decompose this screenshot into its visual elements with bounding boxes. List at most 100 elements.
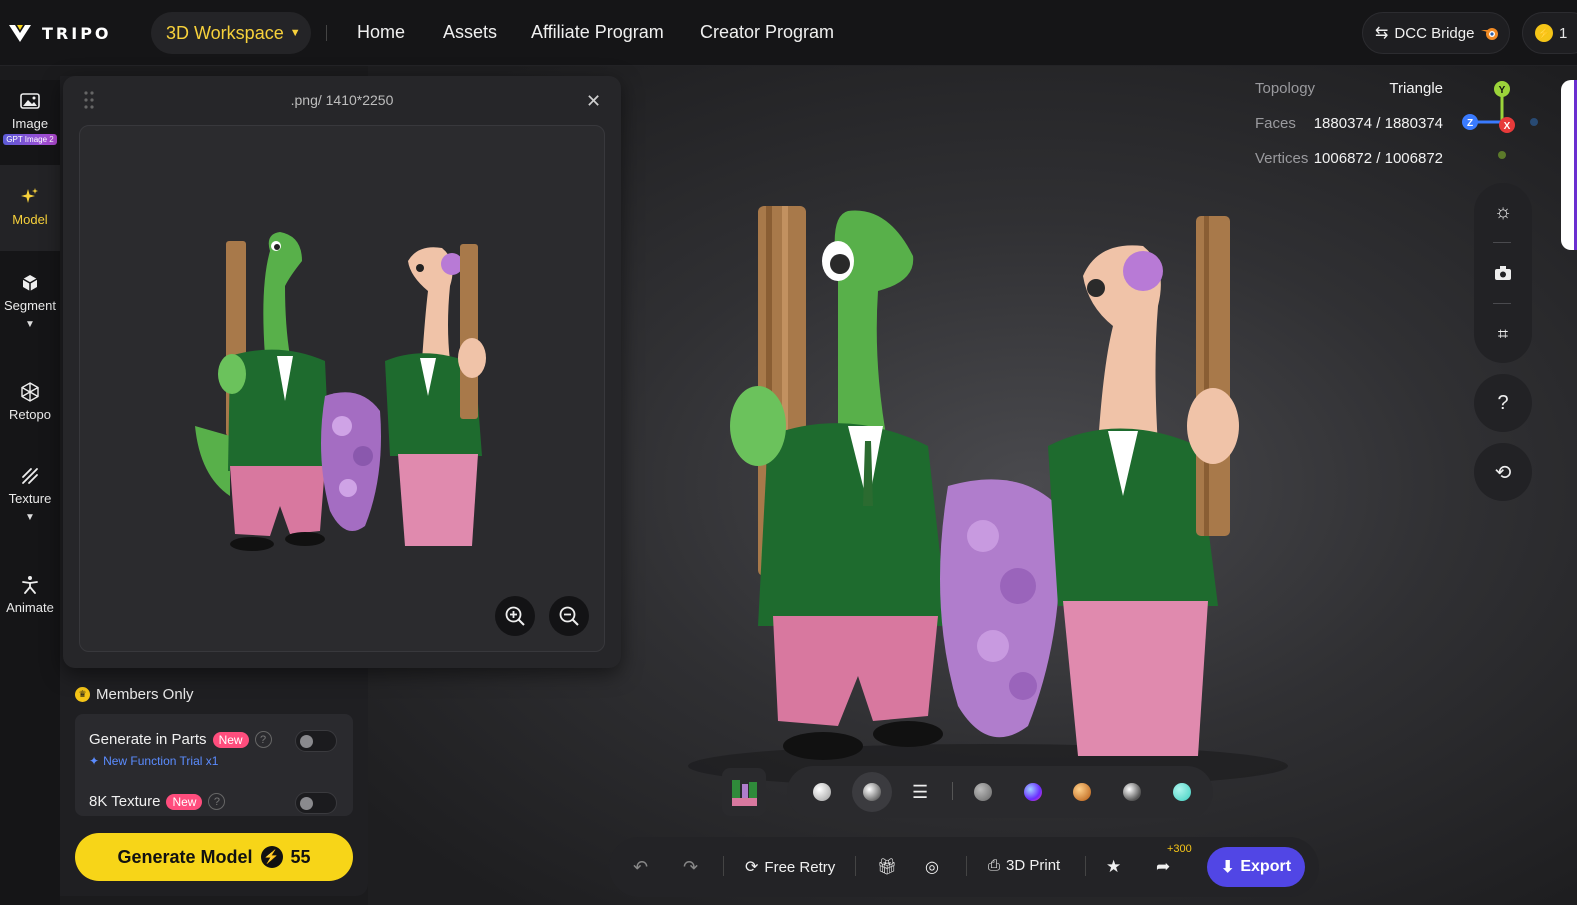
material-chrome-ball[interactable] [1123,783,1141,801]
nav-affiliate-program[interactable]: Affiliate Program [531,22,664,43]
material-gray-ball[interactable] [974,783,992,801]
share-icon: ➦ [1156,857,1171,876]
sliders-icon[interactable]: ☰ [912,782,928,803]
generate-in-parts-option: Generate in Parts New ? [89,731,272,748]
share-button[interactable]: ➦ [1156,857,1170,877]
sparkle-icon: ✦ [89,754,100,768]
material-orange-ball[interactable] [1073,783,1091,801]
rail-item-label: Animate [6,600,54,615]
action-divider [966,856,967,876]
preview-title: .png/ 1410*2250 [290,92,394,108]
generate-in-parts-toggle[interactable] [295,730,337,752]
close-icon[interactable]: ✕ [586,91,601,112]
chevron-down-icon[interactable]: ▼ [25,319,35,330]
axis-gizmo-icon[interactable]: Y Z X [1458,78,1538,178]
nav-assets[interactable]: Assets [443,22,497,43]
redo-icon: ↷ [683,857,699,877]
texture-8k-option: 8K Texture New ? [89,793,226,810]
zoom-in-icon [505,606,525,626]
rail-item-model[interactable]: Model [0,186,60,227]
retry-icon: ⟳ [745,859,759,876]
undo-button[interactable]: ↶ [633,857,648,878]
star-icon: ★ [1106,857,1122,876]
thumbnail-image [732,780,757,806]
export-button[interactable]: ⬇ Export [1207,847,1305,887]
material-bar [787,766,1213,818]
brand-name: TRIPO [42,23,112,43]
logo[interactable]: TRIPO [8,22,112,44]
credits-button[interactable]: ⚡ 1 [1522,12,1577,54]
faces-value: 1880374 / 1880374 [1313,115,1443,132]
help-icon[interactable]: ? [254,731,272,748]
zoom-out-button[interactable] [549,596,589,636]
topology-label: Topology [1255,80,1316,97]
gift-button[interactable]: 🎁︎ [877,857,897,877]
nav-creator-program[interactable]: Creator Program [700,22,834,43]
orbit-button[interactable]: ◎ [925,857,939,877]
generate-model-button[interactable]: Generate Model ⚡ 55 [75,833,353,881]
nav-home[interactable]: Home [357,22,405,43]
favorite-button[interactable]: ★ [1106,857,1121,877]
crown-icon: ♛ [75,687,90,702]
generate-model-label: Generate Model [117,846,253,867]
help-icon[interactable]: ? [208,793,226,810]
rail-item-texture[interactable]: Texture ▼ [0,465,60,523]
generate-in-parts-label: Generate in Parts [89,731,207,748]
mesh-icon [19,381,41,403]
model-thumbnail[interactable] [722,768,766,816]
texture-icon [19,465,41,487]
gizmo-x-label: X [1504,121,1511,132]
topology-value: Triangle [1389,80,1443,97]
header-divider [326,25,327,41]
lighting-button[interactable]: ☼ [1474,183,1532,241]
question-icon: ? [1497,391,1509,414]
printer-icon: ⎙ [988,857,1001,874]
material-iridescent-ball[interactable] [1024,783,1042,801]
cube-icon [19,272,41,294]
help-button[interactable]: ? [1474,374,1532,432]
rail-item-animate[interactable]: Animate [0,574,60,615]
grid-icon: ⌗ [1497,323,1509,344]
reference-image-frame [79,125,605,652]
sparkle-icon [19,186,41,208]
zoom-out-icon [559,606,579,626]
screenshot-button[interactable] [1474,244,1532,302]
material-divider [952,782,953,800]
history-button[interactable]: ⟲ [1474,443,1532,501]
share-bonus: +300 [1167,843,1192,855]
side-drawer-tab[interactable] [1561,80,1577,250]
material-glossy-ball[interactable] [863,783,881,801]
3d-print-button[interactable]: ⎙ 3D Print [988,857,1060,874]
free-retry-button[interactable]: ⟳ Free Retry [745,857,835,877]
texture-8k-toggle[interactable] [295,792,337,814]
gizmo-z-label: Z [1467,118,1473,129]
chevron-down-icon: ▼ [289,27,301,39]
redo-button[interactable]: ↷ [683,857,698,878]
grid-button[interactable]: ⌗ [1474,305,1532,363]
new-badge: New [166,793,203,810]
material-teal-ball[interactable] [1173,783,1191,801]
workspace-label: 3D Workspace [166,22,284,43]
action-divider [1085,856,1086,876]
workspace-dropdown[interactable]: 3D Workspace ▼ [151,12,311,54]
export-label: Export [1240,858,1292,875]
material-white-ball[interactable] [813,783,831,801]
tripo-logo-icon [9,25,31,42]
rail-item-retopo[interactable]: Retopo [0,381,60,422]
gizmo-y-label: Y [1499,85,1506,96]
zoom-in-button[interactable] [495,596,535,636]
tool-divider [1493,303,1511,304]
undo-icon: ↶ [633,857,649,877]
download-icon: ⬇ [1220,859,1235,876]
generate-cost: 55 [290,846,311,867]
members-only-label: Members Only [96,686,194,703]
gpt-image-badge: GPT Image 2 [3,134,57,145]
dcc-bridge-button[interactable]: ⇆ DCC Bridge [1362,12,1510,54]
rail-item-label: Segment [3,298,57,313]
tool-divider [1493,242,1511,243]
chevron-down-icon[interactable]: ▼ [25,512,35,523]
action-divider [855,856,856,876]
rail-item-segment[interactable]: Segment ▼ [0,272,60,330]
rail-item-label: Model [12,212,48,227]
figure-icon [19,574,41,596]
